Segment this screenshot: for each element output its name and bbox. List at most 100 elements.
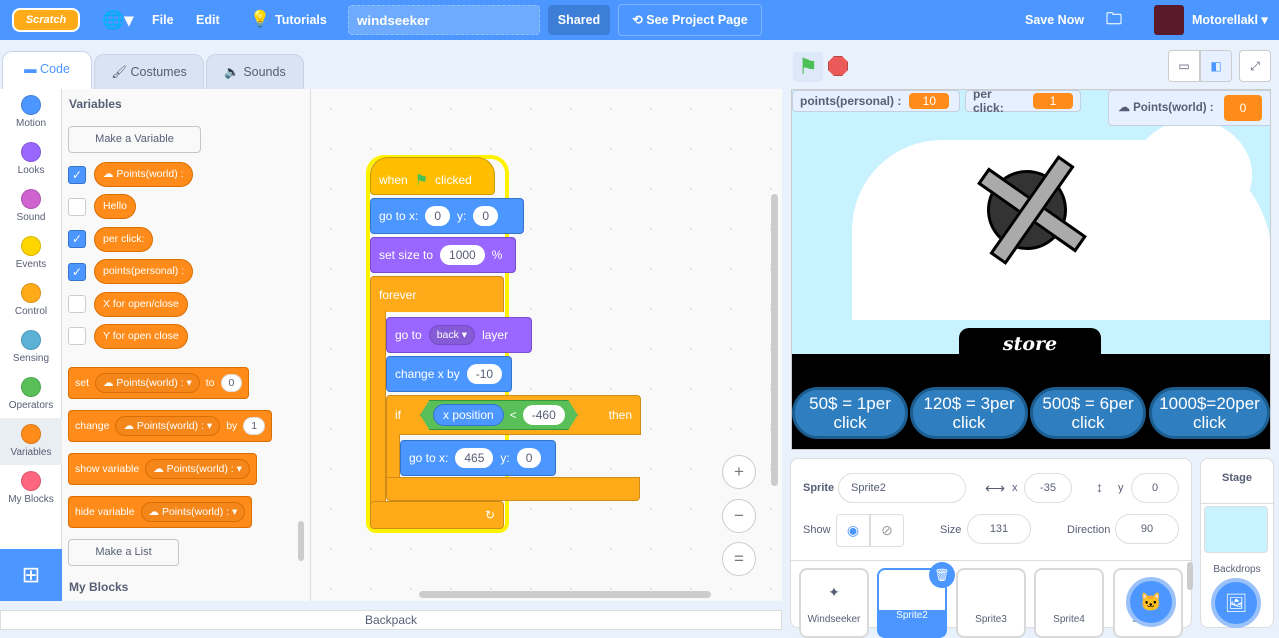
shared-button[interactable]: Shared xyxy=(548,5,610,35)
variable-checkbox[interactable] xyxy=(68,198,86,216)
category-variables[interactable]: Variables xyxy=(0,418,62,465)
stop-icon[interactable] xyxy=(828,56,848,76)
variable-checkbox[interactable]: ✓ xyxy=(68,230,86,248)
add-extension-button[interactable]: ⊞ xyxy=(0,549,62,601)
globe-icon[interactable]: 🌐▾ xyxy=(102,0,133,40)
monitor-points-world[interactable]: ☁ Points(world) :0 xyxy=(1108,90,1270,126)
variable-dropdown[interactable]: ☁ Points(world) : ▾ xyxy=(115,416,221,436)
make-list-button[interactable]: Make a List xyxy=(68,539,179,566)
backpack[interactable]: Backpack xyxy=(0,610,782,630)
change-x-block[interactable]: change x by -10 xyxy=(386,356,512,392)
variable-reporter[interactable]: ☁ Points(world) : xyxy=(94,162,193,187)
workspace-horizontal-scrollbar[interactable] xyxy=(419,591,711,598)
variable-dropdown[interactable]: ☁ Points(world) : ▾ xyxy=(140,502,246,522)
category-sound[interactable]: Sound xyxy=(0,183,62,230)
backdrop-thumbnail[interactable] xyxy=(1204,506,1268,553)
set-size-block[interactable]: set size to 1000% xyxy=(370,237,516,273)
file-menu[interactable]: File xyxy=(152,0,174,40)
make-variable-button[interactable]: Make a Variable xyxy=(68,126,201,153)
direction-input[interactable]: 90 xyxy=(1115,514,1179,544)
buy-button-3[interactable]: 500$ = 6per click xyxy=(1030,387,1146,439)
zoom-in-button[interactable]: + xyxy=(722,455,756,489)
tab-sounds[interactable]: 🔈 Sounds xyxy=(206,54,304,90)
variable-dropdown[interactable]: ☁ Points(world) : ▾ xyxy=(95,373,200,393)
variable-reporter[interactable]: points(personal) : xyxy=(94,259,194,284)
edit-menu[interactable]: Edit xyxy=(196,0,220,40)
monitor-points-personal[interactable]: points(personal) :10 xyxy=(792,90,960,112)
variable-reporter[interactable]: per click: xyxy=(94,227,154,252)
choose-backdrop-button[interactable]: 🖼 xyxy=(1211,578,1261,628)
fullscreen-icon[interactable]: ⤢ xyxy=(1239,50,1271,82)
set-variable-block[interactable]: set ☁ Points(world) : ▾ to 0 xyxy=(68,367,250,399)
variable-checkbox[interactable]: ✓ xyxy=(68,166,86,184)
y-input[interactable]: 0 xyxy=(1131,473,1179,503)
sprite-list-scrollbar[interactable] xyxy=(1187,562,1193,590)
buy-button-2[interactable]: 120$ = 3per click xyxy=(910,387,1028,439)
large-stage-icon[interactable]: ◧ xyxy=(1200,50,1232,82)
script-workspace[interactable]: when ⚑ clicked go to x: 0 y: 0 set size to 100… xyxy=(311,89,782,601)
buy-button-4[interactable]: 1000$=20per click xyxy=(1149,387,1270,439)
x-position-reporter[interactable]: x position xyxy=(433,404,504,426)
project-title-input[interactable] xyxy=(348,5,540,35)
workspace-vertical-scrollbar[interactable] xyxy=(771,194,778,486)
zoom-out-button[interactable]: − xyxy=(722,499,756,533)
store-label[interactable]: store xyxy=(959,328,1101,360)
sprite-tile-sprite4[interactable]: Sprite4 xyxy=(1034,568,1104,638)
less-than-operator[interactable]: x position < -460 xyxy=(420,400,578,430)
buy-button-1[interactable]: 50$ = 1per click xyxy=(792,387,908,439)
category-sensing[interactable]: Sensing xyxy=(0,324,62,371)
hide-variable-block[interactable]: hide variable ☁ Points(world) : ▾ xyxy=(68,496,253,528)
tab-costumes[interactable]: 🖌 Costumes xyxy=(94,54,204,90)
forever-block[interactable]: forever xyxy=(370,276,504,312)
small-stage-icon[interactable]: ▭ xyxy=(1168,50,1200,82)
x-arrows-icon: ⟷ xyxy=(985,480,1006,496)
change-variable-block[interactable]: change ☁ Points(world) : ▾ by 1 xyxy=(68,410,273,442)
go-to-layer-block[interactable]: go to back ▾ layer xyxy=(386,317,532,353)
variable-checkbox[interactable]: ✓ xyxy=(68,263,86,281)
eye-hidden-icon[interactable]: ⊘ xyxy=(870,514,904,547)
zoom-reset-button[interactable]: = xyxy=(722,542,756,576)
scratch-logo[interactable]: Scratch xyxy=(12,8,80,32)
x-input[interactable]: -35 xyxy=(1024,473,1072,503)
variable-dropdown[interactable]: ☁ Points(world) : ▾ xyxy=(145,459,250,479)
variable-reporter[interactable]: Y for open close xyxy=(94,324,188,349)
value-input[interactable]: 1 xyxy=(243,417,266,435)
variable-reporter[interactable]: X for open/close xyxy=(94,292,188,317)
value-input[interactable]: 0 xyxy=(220,374,243,392)
sprite-tile-windseeker[interactable]: ✦ Windseeker xyxy=(799,568,869,638)
show-variable-block[interactable]: show variable ☁ Points(world) : ▾ xyxy=(68,453,257,485)
tab-code[interactable]: ▬ Code xyxy=(2,51,92,90)
delete-sprite-icon[interactable]: 🗑 xyxy=(929,562,955,588)
sprite-name-input[interactable] xyxy=(838,473,966,503)
go-to-xy-block[interactable]: go to x: 0 y: 0 xyxy=(370,198,524,234)
username-menu[interactable]: Motorellakl ▾ xyxy=(1192,0,1268,40)
monitor-per-click[interactable]: per click: 1 xyxy=(965,90,1081,115)
variable-reporter[interactable]: Hello xyxy=(94,194,136,219)
stage-canvas[interactable]: store points(personal) :10 per click: 1 ☁… xyxy=(791,89,1271,450)
variable-checkbox[interactable] xyxy=(68,327,86,345)
if-then-block[interactable]: if x position < -460 then xyxy=(386,395,641,435)
size-input[interactable]: 131 xyxy=(967,514,1031,544)
palette-scrollbar[interactable] xyxy=(298,521,304,561)
avatar[interactable] xyxy=(1154,5,1184,35)
when-flag-clicked-block[interactable]: when ⚑ clicked xyxy=(370,157,495,195)
see-project-page-button[interactable]: ⟲ See Project Page xyxy=(618,4,762,36)
eye-icon[interactable]: ◉ xyxy=(836,514,870,547)
layer-dropdown[interactable]: back ▾ xyxy=(428,325,476,345)
sprite-tile-sprite3[interactable]: Sprite3 xyxy=(956,568,1026,638)
cat-icon: 🐱 xyxy=(1139,592,1163,612)
folder-icon[interactable]: 🗀 xyxy=(1106,0,1122,40)
category-my-blocks[interactable]: My Blocks xyxy=(0,465,62,512)
category-motion[interactable]: Motion xyxy=(0,89,62,136)
category-operators[interactable]: Operators xyxy=(0,371,62,418)
category-control[interactable]: Control xyxy=(0,277,62,324)
tutorials-button[interactable]: Tutorials xyxy=(275,0,327,40)
if-end xyxy=(386,477,640,501)
green-flag-icon[interactable]: ⚑ xyxy=(793,52,823,82)
category-looks[interactable]: Looks xyxy=(0,136,62,183)
save-now-button[interactable]: Save Now xyxy=(1025,0,1084,40)
go-to-xy-block[interactable]: go to x: 465 y: 0 xyxy=(400,440,556,476)
category-events[interactable]: Events xyxy=(0,230,62,277)
variable-checkbox[interactable] xyxy=(68,295,86,313)
choose-sprite-button[interactable]: 🐱 xyxy=(1126,577,1176,627)
